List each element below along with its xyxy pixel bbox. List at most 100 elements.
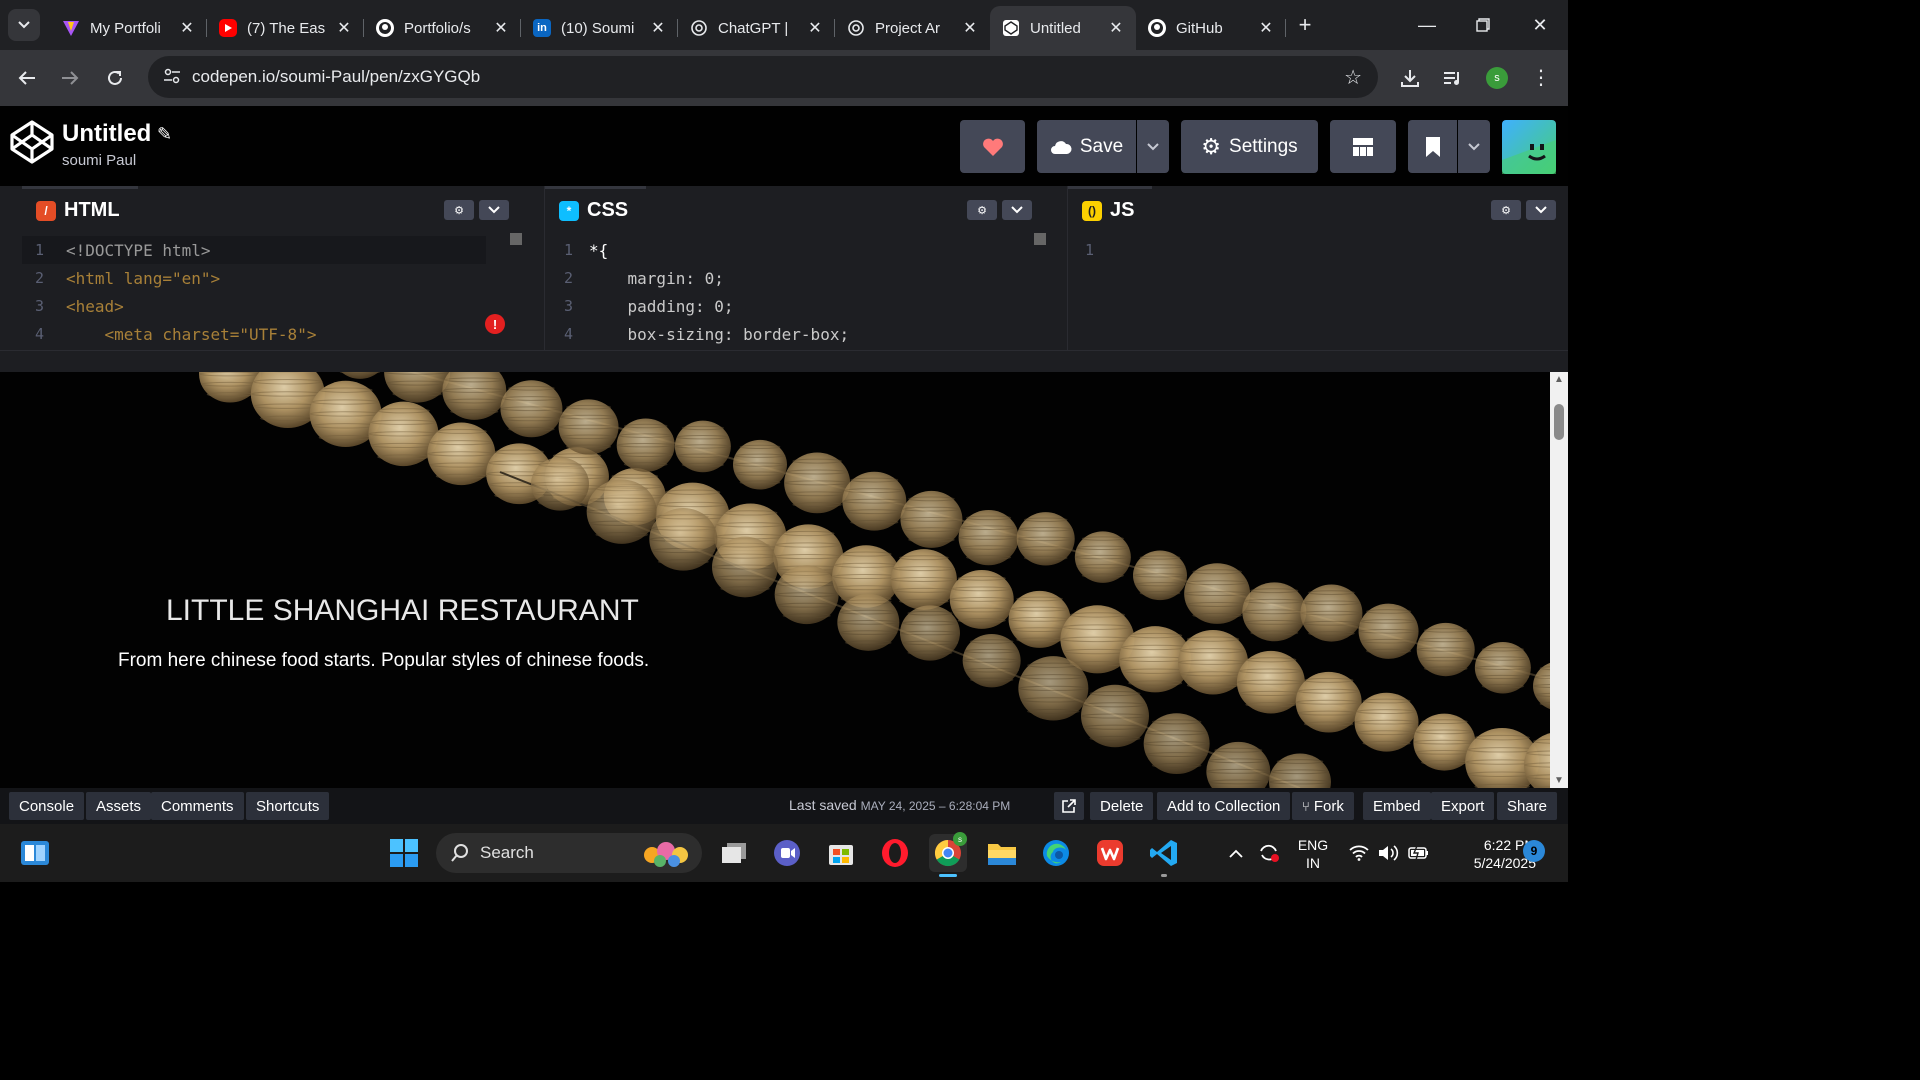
layout-button[interactable]	[1330, 120, 1396, 173]
notification-badge[interactable]: 9	[1523, 840, 1545, 862]
browser-tab[interactable]: (7) The Eas ✕	[207, 8, 364, 48]
user-avatar[interactable]	[1502, 120, 1556, 174]
task-view-icon[interactable]	[715, 834, 753, 872]
restore-button[interactable]	[1455, 0, 1511, 50]
html-code[interactable]: 1 <!DOCTYPE html> 2 <html lang="en"> 3 <hea…	[22, 236, 522, 348]
lantern-shape	[900, 490, 963, 548]
save-button[interactable]: Save	[1037, 120, 1136, 173]
editor-scroll-thumb[interactable]	[1034, 233, 1046, 245]
add-to-collection-button[interactable]: Add to Collection	[1157, 792, 1291, 820]
clock[interactable]: 6:22 PM 5/24/2025	[1440, 836, 1536, 872]
bookmark-options-button[interactable]	[1458, 120, 1490, 173]
windows-start-icon[interactable]	[385, 834, 423, 872]
forward-button[interactable]	[48, 56, 92, 100]
browser-menu-button[interactable]: ⋮	[1519, 56, 1563, 100]
browser-tab[interactable]: Project Ar ✕	[835, 8, 990, 48]
close-icon[interactable]: ✕	[1106, 18, 1126, 38]
pen-title[interactable]: Untitled	[62, 120, 151, 148]
file-explorer-icon[interactable]	[983, 834, 1021, 872]
js-tab[interactable]: () JS	[1068, 186, 1153, 232]
close-icon[interactable]: ✕	[648, 18, 668, 38]
profile-button[interactable]: s	[1475, 56, 1519, 100]
fork-button[interactable]: ⑂ Fork	[1292, 792, 1354, 820]
bookmark-button[interactable]	[1408, 120, 1457, 173]
close-icon[interactable]: ✕	[1256, 18, 1276, 38]
preview-scrollbar[interactable]: ▲ ▼	[1550, 372, 1568, 788]
code-text: margin: 0;	[589, 268, 724, 288]
close-icon[interactable]: ✕	[334, 18, 354, 38]
close-icon[interactable]: ✕	[805, 18, 825, 38]
wps-office-icon[interactable]	[1091, 834, 1129, 872]
settings-button[interactable]: ⚙ Settings	[1181, 120, 1318, 173]
error-icon[interactable]: !	[485, 314, 505, 334]
code-text: *{	[589, 240, 609, 260]
browser-tab[interactable]: in (10) Soumi ✕	[521, 8, 678, 48]
reload-button[interactable]	[93, 56, 137, 100]
export-button[interactable]: Export	[1431, 792, 1495, 820]
save-options-button[interactable]	[1137, 120, 1169, 173]
close-icon[interactable]: ✕	[960, 18, 980, 38]
css-collapse-button[interactable]	[1002, 200, 1032, 220]
opera-icon[interactable]	[876, 834, 914, 872]
open-external-button[interactable]	[1054, 792, 1084, 820]
html-settings-button[interactable]: ⚙	[444, 200, 474, 220]
edge-icon[interactable]	[1037, 834, 1075, 872]
bookmark-star-icon[interactable]: ☆	[1344, 65, 1362, 90]
show-hidden-icons-chevron-icon[interactable]	[1223, 834, 1249, 872]
console-button[interactable]: Console	[9, 792, 85, 820]
microsoft-store-icon[interactable]	[822, 834, 860, 872]
taskbar-search[interactable]: Search	[436, 833, 702, 873]
css-code[interactable]: 1 *{ 2 margin: 0; 3 padding: 0; 4 box-siz…	[545, 236, 1046, 348]
close-icon[interactable]: ✕	[491, 18, 511, 38]
editor-scroll-thumb[interactable]	[510, 233, 522, 245]
browser-tab[interactable]: Portfolio/s ✕	[364, 8, 521, 48]
heart-button[interactable]	[960, 120, 1025, 173]
address-bar[interactable]: codepen.io/soumi-Paul/pen/zxGYGQb ☆	[148, 56, 1378, 98]
lantern-shape	[1081, 684, 1149, 748]
chrome-icon[interactable]: s	[929, 832, 967, 877]
tab-search-button[interactable]	[8, 9, 40, 41]
js-code[interactable]: 1	[1068, 236, 1568, 264]
close-icon[interactable]: ✕	[177, 18, 197, 38]
teams-chat-icon[interactable]	[768, 834, 806, 872]
back-button[interactable]	[5, 56, 49, 100]
media-control-button[interactable]	[1431, 56, 1475, 100]
wifi-icon[interactable]	[1344, 834, 1374, 872]
editor-preview-resizer[interactable]	[0, 350, 1568, 372]
scroll-up-arrow-icon[interactable]: ▲	[1550, 374, 1568, 385]
scroll-down-arrow-icon[interactable]: ▼	[1550, 775, 1568, 786]
html-tab[interactable]: / HTML	[22, 186, 138, 232]
pen-author[interactable]: soumi Paul	[62, 152, 136, 169]
sync-status-icon[interactable]	[1254, 834, 1284, 872]
volume-icon[interactable]	[1374, 834, 1404, 872]
delete-button[interactable]: Delete	[1090, 792, 1154, 820]
js-collapse-button[interactable]	[1526, 200, 1556, 220]
codepen-logo-icon[interactable]	[10, 120, 54, 164]
edit-title-pencil-icon[interactable]: ✎	[157, 124, 172, 145]
html-collapse-button[interactable]	[479, 200, 509, 220]
browser-tab-active[interactable]: Untitled ✕	[990, 6, 1136, 50]
new-tab-button[interactable]: +	[1290, 12, 1320, 38]
comments-button[interactable]: Comments	[151, 792, 244, 820]
browser-tab[interactable]: My Portfoli ✕	[50, 8, 207, 48]
js-settings-button[interactable]: ⚙	[1491, 200, 1521, 220]
browser-tab[interactable]: ChatGPT | ✕	[678, 8, 835, 48]
downloads-button[interactable]	[1388, 56, 1432, 100]
language-indicator[interactable]: ENG IN	[1293, 836, 1333, 872]
close-window-button[interactable]: ✕	[1512, 0, 1568, 50]
assets-button[interactable]: Assets	[86, 792, 152, 820]
css-tab[interactable]: * CSS	[545, 186, 647, 232]
battery-charging-icon[interactable]	[1404, 834, 1434, 872]
reload-icon	[108, 70, 122, 85]
browser-tab[interactable]: GitHub ✕	[1136, 8, 1286, 48]
site-info-icon[interactable]	[152, 68, 192, 87]
lantern-shape	[1533, 662, 1550, 710]
css-settings-button[interactable]: ⚙	[967, 200, 997, 220]
widgets-icon[interactable]	[16, 834, 54, 872]
vscode-icon[interactable]	[1145, 834, 1183, 877]
minimize-button[interactable]: —	[1399, 0, 1455, 50]
scroll-thumb[interactable]	[1554, 404, 1564, 440]
embed-button[interactable]: Embed	[1363, 792, 1431, 820]
share-button[interactable]: Share	[1497, 792, 1558, 820]
shortcuts-button[interactable]: Shortcuts	[246, 792, 330, 820]
